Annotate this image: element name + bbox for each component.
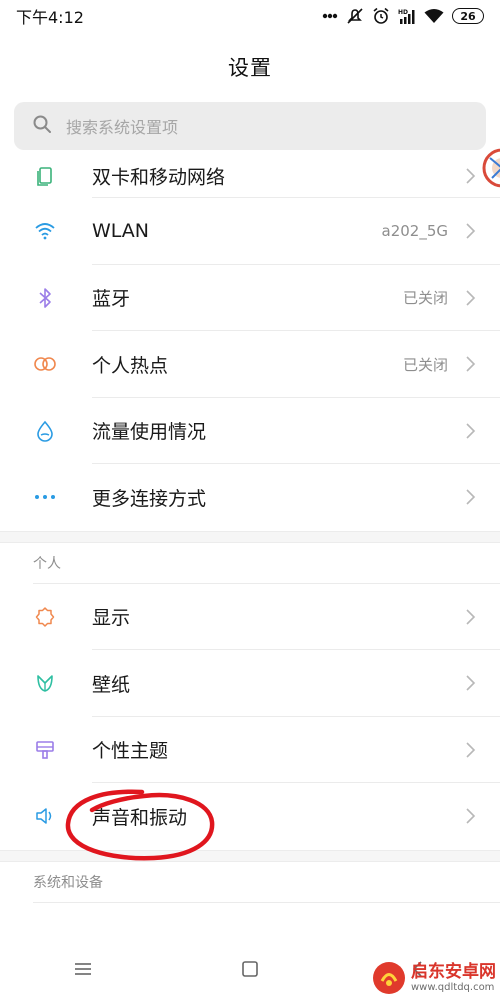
theme-icon xyxy=(33,738,57,762)
chevron-right-icon xyxy=(466,742,476,758)
chevron-right-icon xyxy=(466,423,476,439)
settings-item-value: a202_5G xyxy=(381,222,449,241)
hd-signal-icon: HD xyxy=(398,7,416,25)
alarm-icon xyxy=(372,7,390,25)
settings-list: 双卡和移动网络 WLAN a202_5G 蓝牙 已关闭 个人热点 已关闭 流量使… xyxy=(0,150,500,903)
settings-item-wallpaper[interactable]: 壁纸 xyxy=(0,650,500,717)
settings-item-label: 更多连接方式 xyxy=(92,487,207,510)
settings-item-value: 已关闭 xyxy=(402,289,448,308)
sound-icon xyxy=(33,804,57,828)
settings-item-hotspot[interactable]: 个人热点 已关闭 xyxy=(0,331,500,398)
settings-item-label: 声音和振动 xyxy=(92,806,188,829)
chevron-right-icon xyxy=(466,223,476,239)
settings-item-data-usage[interactable]: 流量使用情况 xyxy=(0,398,500,464)
battery-icon: 26 xyxy=(452,8,484,24)
chevron-right-icon xyxy=(466,356,476,372)
wallpaper-icon xyxy=(33,671,57,695)
status-icons: HD 26 xyxy=(322,7,484,25)
data-usage-icon xyxy=(33,419,57,443)
chevron-right-icon xyxy=(466,290,476,306)
chevron-right-icon xyxy=(466,675,476,691)
section-header-personal: 个人 xyxy=(33,555,61,572)
settings-item-label: 流量使用情况 xyxy=(92,421,207,444)
settings-item-display[interactable]: 显示 xyxy=(0,584,500,650)
search-icon xyxy=(32,114,52,138)
watermark-text: 启东安卓网 www.qdltdq.com xyxy=(411,963,496,993)
settings-item-label: 显示 xyxy=(92,607,131,630)
settings-item-more-connections[interactable]: 更多连接方式 xyxy=(0,464,500,531)
watermark: 启东安卓网 www.qdltdq.com xyxy=(371,960,496,996)
settings-item-label: 个性主题 xyxy=(92,740,169,763)
watermark-url: www.qdltdq.com xyxy=(411,981,495,993)
page-title: 设置 xyxy=(228,56,272,80)
settings-item-sim[interactable]: 双卡和移动网络 xyxy=(0,150,500,198)
settings-item-label: 壁纸 xyxy=(92,673,131,696)
divider xyxy=(33,901,500,903)
watermark-logo-icon xyxy=(371,960,407,996)
wifi-status-icon xyxy=(424,8,444,24)
settings-item-label: 蓝牙 xyxy=(92,288,131,311)
more-connections-icon xyxy=(33,485,57,509)
watermark-title: 启东安卓网 xyxy=(411,962,496,983)
chevron-right-icon xyxy=(466,609,476,625)
sim-card-icon xyxy=(33,164,57,188)
home-button[interactable] xyxy=(238,957,262,981)
chevron-right-icon xyxy=(466,808,476,824)
wifi-icon xyxy=(33,219,57,243)
status-bar: 下午4:12 HD 26 xyxy=(0,0,500,32)
status-time: 下午4:12 xyxy=(16,8,84,27)
mute-icon xyxy=(346,7,364,25)
more-dots-icon xyxy=(322,13,338,19)
search-placeholder: 搜索系统设置项 xyxy=(66,118,179,137)
section-gap xyxy=(0,530,500,543)
bluetooth-icon xyxy=(33,286,57,310)
search-bar[interactable]: 搜索系统设置项 xyxy=(14,102,486,150)
settings-item-sound[interactable]: 声音和振动 xyxy=(0,783,500,850)
section-header-system: 系统和设备 xyxy=(33,874,103,891)
display-icon xyxy=(33,605,57,629)
chevron-right-icon xyxy=(466,168,476,184)
chevron-right-icon xyxy=(466,489,476,505)
settings-item-label: 双卡和移动网络 xyxy=(92,166,226,189)
settings-item-label: WLAN xyxy=(92,220,150,243)
settings-item-bluetooth[interactable]: 蓝牙 已关闭 xyxy=(0,265,500,331)
menu-button[interactable] xyxy=(71,957,95,981)
hotspot-icon xyxy=(33,352,57,376)
svg-text:HD: HD xyxy=(398,9,408,16)
settings-item-label: 个人热点 xyxy=(92,354,169,377)
settings-item-wlan[interactable]: WLAN a202_5G xyxy=(0,198,500,265)
settings-item-theme[interactable]: 个性主题 xyxy=(0,717,500,783)
settings-item-value: 已关闭 xyxy=(402,355,448,374)
section-gap xyxy=(0,849,500,862)
